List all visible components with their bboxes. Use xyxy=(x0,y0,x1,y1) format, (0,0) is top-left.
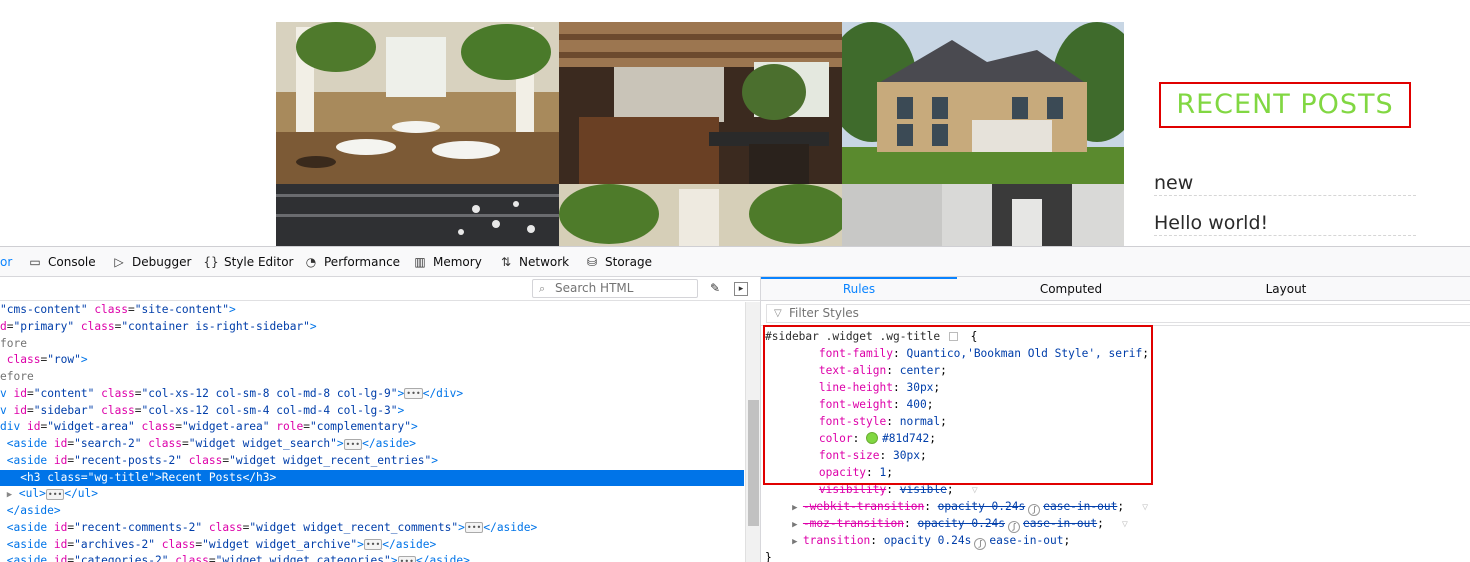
easing-value[interactable]: ease-in-out xyxy=(989,534,1063,547)
filter-icon: ▽ xyxy=(774,308,782,319)
devtools-toolbar: or ▭ Console ▷ Debugger {} Style Editor ◔ Pe… xyxy=(0,247,1470,277)
filter-styles-input[interactable]: ▽ Filter Styles xyxy=(766,304,1470,323)
gallery-photo-house[interactable] xyxy=(842,22,1124,184)
markup-scrollbar-thumb[interactable] xyxy=(748,400,759,526)
filter-styles-placeholder: Filter Styles xyxy=(789,306,859,320)
tab-memory[interactable]: ▥ Memory xyxy=(412,247,482,277)
markup-node[interactable]: <aside id="recent-comments-2" class="wid… xyxy=(0,520,744,537)
storage-icon: ⛁ xyxy=(586,255,598,269)
markup-tree[interactable]: "cms-content" class="site-content"> d="pr… xyxy=(0,302,744,562)
tab-console-label: Console xyxy=(48,255,96,269)
property-name[interactable]: -webkit-transition xyxy=(803,500,924,513)
markup-node[interactable]: ▶ <ul> ••• </ul> xyxy=(0,486,744,503)
expand-twisty-icon[interactable]: ▶ xyxy=(765,537,803,547)
tab-network[interactable]: ⇅ Network xyxy=(498,247,569,277)
gallery-photo-ceiling[interactable] xyxy=(276,184,559,246)
tab-style-editor-label: Style Editor xyxy=(224,255,294,269)
markup-node[interactable]: </aside> xyxy=(0,503,744,520)
tab-performance-label: Performance xyxy=(324,255,401,269)
tab-inspector[interactable]: or xyxy=(0,247,12,277)
devtools-panel: or ▭ Console ▷ Debugger {} Style Editor ◔ Pe… xyxy=(0,246,1470,562)
style-editor-icon: {} xyxy=(203,255,219,269)
filter-property-icon[interactable]: ▽ xyxy=(1104,519,1128,530)
tab-style-editor[interactable]: {} Style Editor xyxy=(203,247,293,277)
property-value[interactable]: opacity 0.24s xyxy=(884,534,972,547)
debugger-icon: ▷ xyxy=(114,255,124,269)
search-html-placeholder: Search HTML xyxy=(555,281,634,295)
tab-layout[interactable]: Layout xyxy=(1185,277,1387,301)
filter-property-icon[interactable]: ▽ xyxy=(954,485,978,496)
markup-node[interactable]: <aside id="categories-2" class="widget w… xyxy=(0,553,744,562)
eyedropper-icon[interactable]: ✎ xyxy=(706,280,724,297)
markup-node[interactable]: fore xyxy=(0,336,744,353)
markup-node[interactable]: <aside id="search-2" class="widget widge… xyxy=(0,436,744,453)
recent-posts-title: RECENT POSTS xyxy=(1159,82,1411,128)
gallery-photo-modern-interior[interactable] xyxy=(842,184,1124,246)
tab-storage-label: Storage xyxy=(605,255,652,269)
markup-view: ⌕ Search HTML ✎ ▸ "cms-content" class="s… xyxy=(0,277,760,562)
tab-network-label: Network xyxy=(519,255,570,269)
network-icon: ⇅ xyxy=(500,255,512,269)
search-html-input[interactable]: ⌕ Search HTML xyxy=(532,279,698,298)
filter-row: ▽ Filter Styles xyxy=(761,302,1470,326)
performance-icon: ◔ xyxy=(305,255,317,269)
easing-value[interactable]: ease-in-out xyxy=(1043,500,1117,513)
css-declaration[interactable]: ▶ -webkit-transition: opacity 0.24s ʃ ease… xyxy=(765,498,1470,516)
sidebar-tabs: Rules Computed Layout xyxy=(761,277,1470,301)
markup-node[interactable]: "cms-content" class="site-content"> xyxy=(0,302,744,319)
tab-rules[interactable]: Rules xyxy=(761,277,957,301)
tab-memory-label: Memory xyxy=(433,255,482,269)
markup-node[interactable]: <aside id="recent-posts-2" class="widget… xyxy=(0,453,744,470)
tab-computed[interactable]: Computed xyxy=(957,277,1185,301)
console-icon: ▭ xyxy=(29,255,41,269)
css-declaration[interactable]: ▶ transition: opacity 0.24s ʃ ease-in-out; xyxy=(765,532,1470,550)
markup-node[interactable]: class="row"> xyxy=(0,352,744,369)
gallery-photo-kitchen[interactable] xyxy=(559,22,842,184)
expand-twisty-icon[interactable]: ▶ xyxy=(765,503,803,513)
markup-toolbar: ⌕ Search HTML ✎ ▸ xyxy=(0,277,760,301)
property-name[interactable]: transition xyxy=(803,534,870,547)
markup-node[interactable]: v id="content" class="col-xs-12 col-sm-8… xyxy=(0,386,744,403)
markup-scrollbar[interactable] xyxy=(745,302,760,562)
post-link-hello-world[interactable]: Hello world! xyxy=(1154,212,1416,236)
markup-node[interactable]: v id="sidebar" class="col-xs-12 col-sm-4… xyxy=(0,403,744,420)
tab-storage[interactable]: ⛁ Storage xyxy=(584,247,652,277)
css-declaration[interactable]: ▶ -moz-transition: opacity 0.24s ʃ ease-in… xyxy=(765,515,1470,533)
markup-node[interactable]: <aside id="archives-2" class="widget wid… xyxy=(0,537,744,554)
property-name[interactable]: -moz-transition xyxy=(803,517,904,530)
expand-twisty-icon[interactable]: ▶ xyxy=(765,520,803,530)
markup-node-selected[interactable]: <h3 class="wg-title">Recent Posts</h3> xyxy=(0,469,744,487)
property-value[interactable]: opacity 0.24s xyxy=(938,500,1026,513)
markup-node[interactable]: div id="widget-area" class="widget-area"… xyxy=(0,419,744,436)
post-link-new[interactable]: new xyxy=(1154,172,1416,196)
tab-console[interactable]: ▭ Console xyxy=(27,247,96,277)
rule-highlight-box xyxy=(763,325,1153,485)
rule-closing-brace: } xyxy=(765,551,772,562)
website-viewport: RECENT POSTS new Hello world! xyxy=(0,0,1470,246)
gallery-photo-atrium[interactable] xyxy=(276,22,559,184)
markup-node[interactable]: efore xyxy=(0,369,744,386)
memory-icon: ▥ xyxy=(414,255,426,269)
easing-value[interactable]: ease-in-out xyxy=(1023,517,1097,530)
tab-debugger-label: Debugger xyxy=(132,255,192,269)
search-icon: ⌕ xyxy=(539,282,546,295)
toggle-sidebar-icon[interactable]: ▸ xyxy=(734,282,748,296)
image-gallery xyxy=(276,22,1124,246)
property-value[interactable]: opacity 0.24s xyxy=(917,517,1005,530)
tab-debugger[interactable]: ▷ Debugger xyxy=(111,247,191,277)
markup-node[interactable]: d="primary" class="container is-right-si… xyxy=(0,319,744,336)
tab-performance[interactable]: ◔ Performance xyxy=(303,247,400,277)
gallery-photo-atrium-2[interactable] xyxy=(559,184,842,246)
filter-property-icon[interactable]: ▽ xyxy=(1124,502,1148,513)
tab-inspector-label: or xyxy=(0,255,13,269)
cubic-bezier-icon[interactable]: ʃ xyxy=(974,538,987,550)
